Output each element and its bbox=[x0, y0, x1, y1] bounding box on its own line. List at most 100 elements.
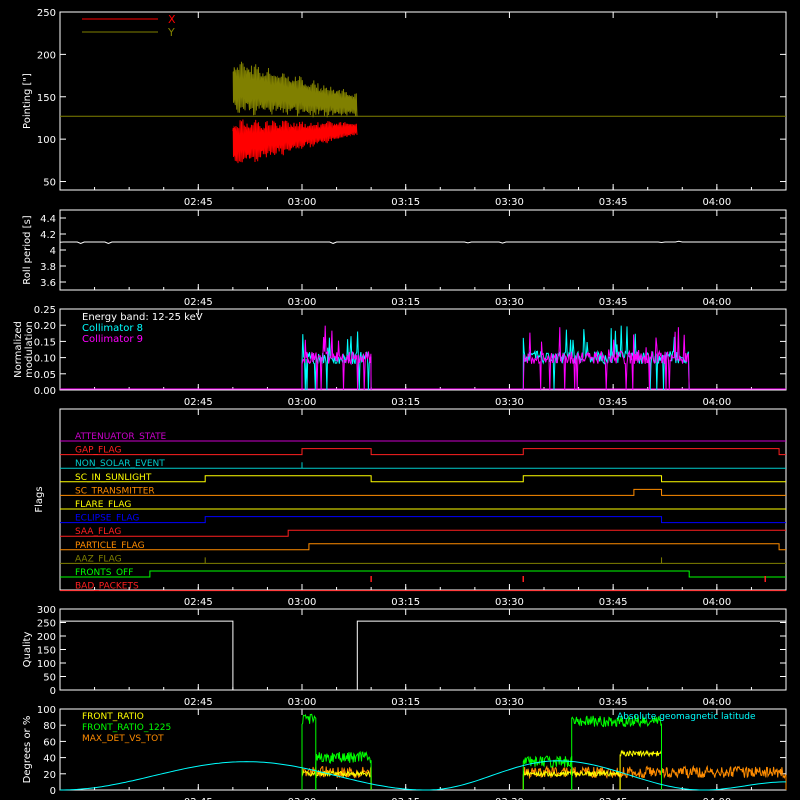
flag-line-non_solar_event bbox=[60, 462, 786, 469]
modulation-xtick-label-0: 02:45 bbox=[184, 397, 213, 408]
roll-ytick-label-4: 4.4 bbox=[40, 214, 56, 225]
quality-ytick-label-1: 50 bbox=[43, 673, 56, 684]
roll-xtick-label-1: 03:00 bbox=[288, 297, 317, 308]
pointing-ytick-label-3: 200 bbox=[37, 50, 56, 61]
pointing-ytick-label-4: 250 bbox=[37, 8, 56, 19]
quality-ytick-label-2: 100 bbox=[37, 659, 56, 670]
hessi-observing-summary: 02:45 03:00 03:15 03:30 03:45 04:00 50 100 150 20… bbox=[0, 0, 800, 800]
roll-ytick-label-1: 3.8 bbox=[40, 262, 56, 273]
quality-line bbox=[60, 620, 786, 691]
flag-label-aaz_flag: AAZ_FLAG bbox=[75, 554, 122, 564]
flag-label-particle_flag: PARTICLE_FLAG bbox=[75, 541, 145, 551]
quality-ytick-label-0: 0 bbox=[50, 686, 56, 697]
modulation-ytick-label-2: 0.10 bbox=[34, 354, 56, 365]
modulation-xtick-label-3: 03:30 bbox=[495, 397, 524, 408]
flags-ylabel: Flags bbox=[34, 486, 45, 512]
modulation-xtick-label-2: 03:15 bbox=[391, 397, 420, 408]
quality-ytick-label-5: 250 bbox=[37, 619, 56, 630]
roll-xtick-label-4: 03:45 bbox=[599, 297, 628, 308]
modulation-legend-0: Energy band: 12-25 keV bbox=[82, 312, 203, 323]
ratios-legend-0: FRONT_RATIO bbox=[82, 712, 144, 722]
modulation-legend-2: Collimator 9 bbox=[82, 334, 143, 345]
flag-line-sc_transmitter bbox=[60, 488, 786, 496]
ratios-ytick-label-2: 40 bbox=[43, 754, 56, 765]
flag-label-sc_in_sunlight: SC_IN_SUNLIGHT bbox=[75, 473, 152, 483]
modulation-ytick-label-1: 0.05 bbox=[34, 370, 56, 381]
roll-ytick-label-0: 3.6 bbox=[40, 278, 56, 289]
pointing-series-Y bbox=[232, 61, 358, 118]
roll-xtick-label-3: 03:30 bbox=[495, 297, 524, 308]
pointing-series-X bbox=[232, 119, 358, 164]
modulation-ytick-label-3: 0.15 bbox=[34, 337, 56, 348]
flag-line-aaz_flag bbox=[60, 557, 786, 564]
flag-label-fronts_off: FRONTS_OFF bbox=[75, 568, 133, 578]
roll-xtick-label-2: 03:15 bbox=[391, 297, 420, 308]
flags-xtick-label-4: 03:45 bbox=[599, 597, 628, 608]
pointing-legend-label-Y: Y bbox=[167, 26, 175, 39]
quality-xtick-label-1: 03:00 bbox=[288, 697, 317, 708]
roll-xtick-label-0: 02:45 bbox=[184, 297, 213, 308]
pointing-xtick-label-4: 03:45 bbox=[599, 197, 628, 208]
modulation-xtick-label-4: 03:45 bbox=[599, 397, 628, 408]
flag-line-fronts_off bbox=[60, 570, 786, 578]
flags-frame bbox=[59, 408, 787, 591]
quality-ytick-label-4: 200 bbox=[37, 632, 56, 643]
flag-line-saa_flag bbox=[60, 529, 786, 537]
ratios-legend-2: MAX_DET_VS_TOT bbox=[82, 734, 164, 744]
pointing-xtick-label-2: 03:15 bbox=[391, 197, 420, 208]
flags-xtick-label-2: 03:15 bbox=[391, 597, 420, 608]
flag-label-gap_flag: GAP_FLAG bbox=[75, 446, 121, 456]
quality-xtick-label-4: 03:45 bbox=[599, 697, 628, 708]
flag-line-gap_flag bbox=[60, 448, 786, 456]
flag-label-flare_flag: FLARE_FLAG bbox=[75, 500, 131, 510]
modulation-ytick-label-5: 0.25 bbox=[34, 305, 56, 316]
roll-ytick-label-3: 4.2 bbox=[40, 230, 56, 241]
pointing-ytick-label-2: 150 bbox=[37, 93, 56, 104]
modulation-ytick-label-4: 0.20 bbox=[34, 321, 56, 332]
ratios-front_ratio_1225-0 bbox=[301, 713, 317, 790]
pointing-ylabel: Pointing ["] bbox=[22, 73, 33, 129]
ratios-ytick-label-5: 100 bbox=[37, 705, 56, 716]
flags-xtick-label-1: 03:00 bbox=[288, 597, 317, 608]
roll-ylabel: Roll period [s] bbox=[22, 215, 33, 284]
modulation-xtick-label-5: 04:00 bbox=[702, 397, 731, 408]
roll-frame bbox=[59, 209, 787, 291]
ratios-ytick-label-3: 60 bbox=[43, 737, 56, 748]
summary-plot-svg: 02:45 03:00 03:15 03:30 03:45 04:00 50 100 150 20… bbox=[13, 8, 787, 800]
flags-xtick-label-0: 02:45 bbox=[184, 597, 213, 608]
quality-xtick-label-2: 03:15 bbox=[391, 697, 420, 708]
pointing-ytick-label-1: 100 bbox=[37, 135, 56, 146]
ratios-max_det_vs_tot-1 bbox=[522, 764, 787, 790]
roll-xtick-label-5: 04:00 bbox=[702, 297, 731, 308]
pointing-legend-label-X: X bbox=[168, 13, 176, 26]
ratios-ytick-label-4: 80 bbox=[43, 721, 56, 732]
quality-xtick-label-0: 02:45 bbox=[184, 697, 213, 708]
flags-xtick-label-5: 04:00 bbox=[702, 597, 731, 608]
flag-label-attenuator_state: ATTENUATOR_STATE bbox=[75, 432, 167, 442]
quality-ytick-label-6: 300 bbox=[37, 605, 56, 616]
modulation-ytick-label-0: 0.00 bbox=[34, 386, 56, 397]
pointing-xtick-label-0: 02:45 bbox=[184, 197, 213, 208]
flag-label-eclipse_flag: ECLIPSE_FLAG bbox=[75, 514, 139, 524]
ratios-ylabel: Degrees or % bbox=[22, 716, 33, 784]
ratios-ytick-label-1: 20 bbox=[43, 770, 56, 781]
quality-xtick-label-5: 04:00 bbox=[702, 697, 731, 708]
flag-line-sc_in_sunlight bbox=[60, 475, 786, 483]
quality-xtick-label-3: 03:30 bbox=[495, 697, 524, 708]
pointing-ytick-label-0: 50 bbox=[43, 178, 56, 189]
modulation-xtick-label-1: 03:00 bbox=[288, 397, 317, 408]
modulation-collimator-9-0 bbox=[301, 325, 372, 391]
pointing-xtick-label-3: 03:30 bbox=[495, 197, 524, 208]
modulation-ylabel: Normalized bbox=[13, 321, 24, 378]
modulation-legend-1: Collimator 8 bbox=[82, 323, 143, 334]
quality-ytick-label-3: 150 bbox=[37, 646, 56, 657]
ratios-ytick-label-0: 0 bbox=[50, 786, 56, 797]
modulation-ylabel: modulation bbox=[24, 321, 35, 378]
flag-line-eclipse_flag bbox=[60, 516, 786, 524]
roll-period-line bbox=[59, 240, 786, 245]
ratios-legend-1: FRONT_RATIO_1225 bbox=[82, 723, 171, 733]
ratios-annotation: Absolute geomagnetic latitude bbox=[617, 712, 756, 722]
flag-line-particle_flag bbox=[60, 543, 786, 551]
flag-label-non_solar_event: NON_SOLAR_EVENT bbox=[75, 459, 165, 469]
flag-label-sc_transmitter: SC_TRANSMITTER bbox=[75, 486, 155, 496]
